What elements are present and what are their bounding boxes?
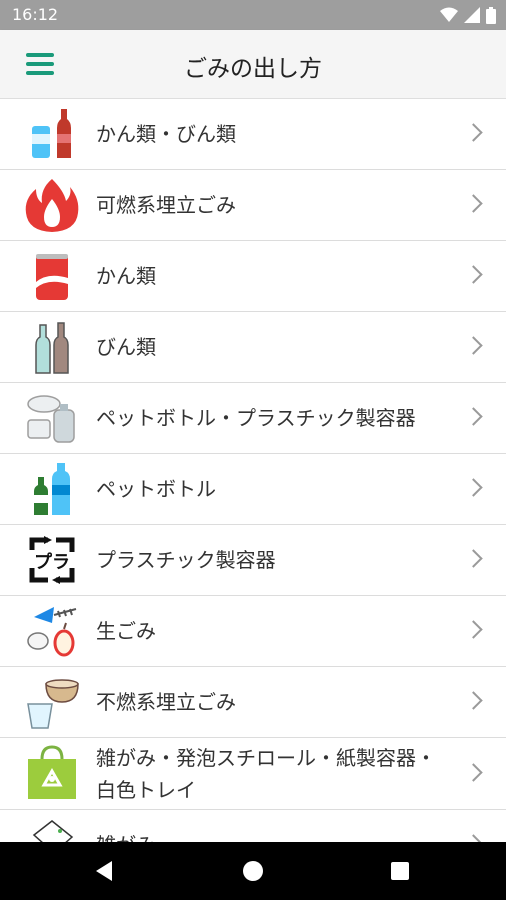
page-title: ごみの出し方 <box>184 56 322 82</box>
can-and-bottle-icon <box>32 109 71 158</box>
list-item-combustible-landfill[interactable]: 可燃系埋立ごみ <box>0 170 506 241</box>
chevron-right-icon <box>464 194 483 213</box>
recycle-bag-icon <box>28 745 76 799</box>
list-item-pet-bottle[interactable]: ペットボトル <box>0 454 506 525</box>
app-bar: ごみの出し方 <box>0 30 506 99</box>
list-item-label: かん類 <box>96 264 156 288</box>
home-icon[interactable] <box>243 861 263 881</box>
food-waste-icon <box>27 607 77 657</box>
status-time: 16:12 <box>12 5 59 24</box>
list-item-label: 雑がみ <box>96 829 446 842</box>
list-item-plastic-container[interactable]: プラ プラスチック製容器 <box>0 525 506 596</box>
can-icon <box>36 254 68 300</box>
signal-icon <box>464 7 480 23</box>
list-item-label: 不燃系埋立ごみ <box>96 690 236 714</box>
glass-bottles-icon <box>35 322 69 374</box>
bowl-and-glass-icon <box>27 679 79 729</box>
chevron-right-icon <box>464 478 483 497</box>
chevron-right-icon <box>464 620 483 639</box>
list-item-pet-plastic[interactable]: ペットボトル・プラスチック製容器 <box>0 383 506 454</box>
list-item-noncombustible-landfill[interactable]: 不燃系埋立ごみ <box>0 667 506 738</box>
list-item-misc-paper[interactable]: 雑がみ <box>0 810 506 842</box>
list-item-can-bottle[interactable]: かん類・びん類 <box>0 99 506 170</box>
wifi-icon <box>440 7 458 22</box>
list-item-label: ペットボトル・プラスチック製容器 <box>96 406 416 430</box>
list-item-label: びん類 <box>96 335 156 359</box>
chevron-right-icon <box>464 762 483 782</box>
list-item-glass-bottles[interactable]: びん類 <box>0 312 506 383</box>
battery-icon <box>486 6 496 24</box>
chevron-right-icon <box>464 407 483 426</box>
svg-text:プラ: プラ <box>34 551 70 573</box>
category-list: かん類・びん類 可燃系埋立ごみ かん類 びん類 ペットボトル・プラスチック製容器… <box>0 99 506 842</box>
list-item-label: 生ごみ <box>96 619 156 643</box>
fire-icon <box>25 179 79 232</box>
paper-icon <box>32 820 74 842</box>
pet-bottle-icon <box>34 463 70 515</box>
back-icon[interactable] <box>96 861 112 881</box>
list-item-label: ペットボトル <box>96 477 216 501</box>
list-item-food-waste[interactable]: 生ごみ <box>0 596 506 667</box>
list-item-label: 雑がみ・発泡スチロール・紙製容器・白色トレイ <box>96 745 436 802</box>
status-bar: 16:12 <box>0 0 506 30</box>
list-item-misc-paper-styrofoam[interactable]: 雑がみ・発泡スチロール・紙製容器・白色トレイ <box>0 738 506 810</box>
plastic-recycle-mark-icon: プラ <box>29 536 75 584</box>
system-nav-bar <box>0 842 506 900</box>
status-icons <box>440 6 496 24</box>
recent-apps-icon[interactable] <box>391 862 409 880</box>
chevron-right-icon <box>464 265 483 284</box>
pet-and-plastic-icon <box>27 395 75 443</box>
chevron-right-icon <box>464 549 483 568</box>
list-item-label: かん類・びん類 <box>96 122 236 146</box>
chevron-right-icon <box>464 691 483 710</box>
list-item-label: 可燃系埋立ごみ <box>96 193 236 217</box>
list-item-label: プラスチック製容器 <box>96 548 276 572</box>
chevron-right-icon <box>464 834 483 842</box>
list-item-can[interactable]: かん類 <box>0 241 506 312</box>
chevron-right-icon <box>464 336 483 355</box>
chevron-right-icon <box>464 123 483 142</box>
